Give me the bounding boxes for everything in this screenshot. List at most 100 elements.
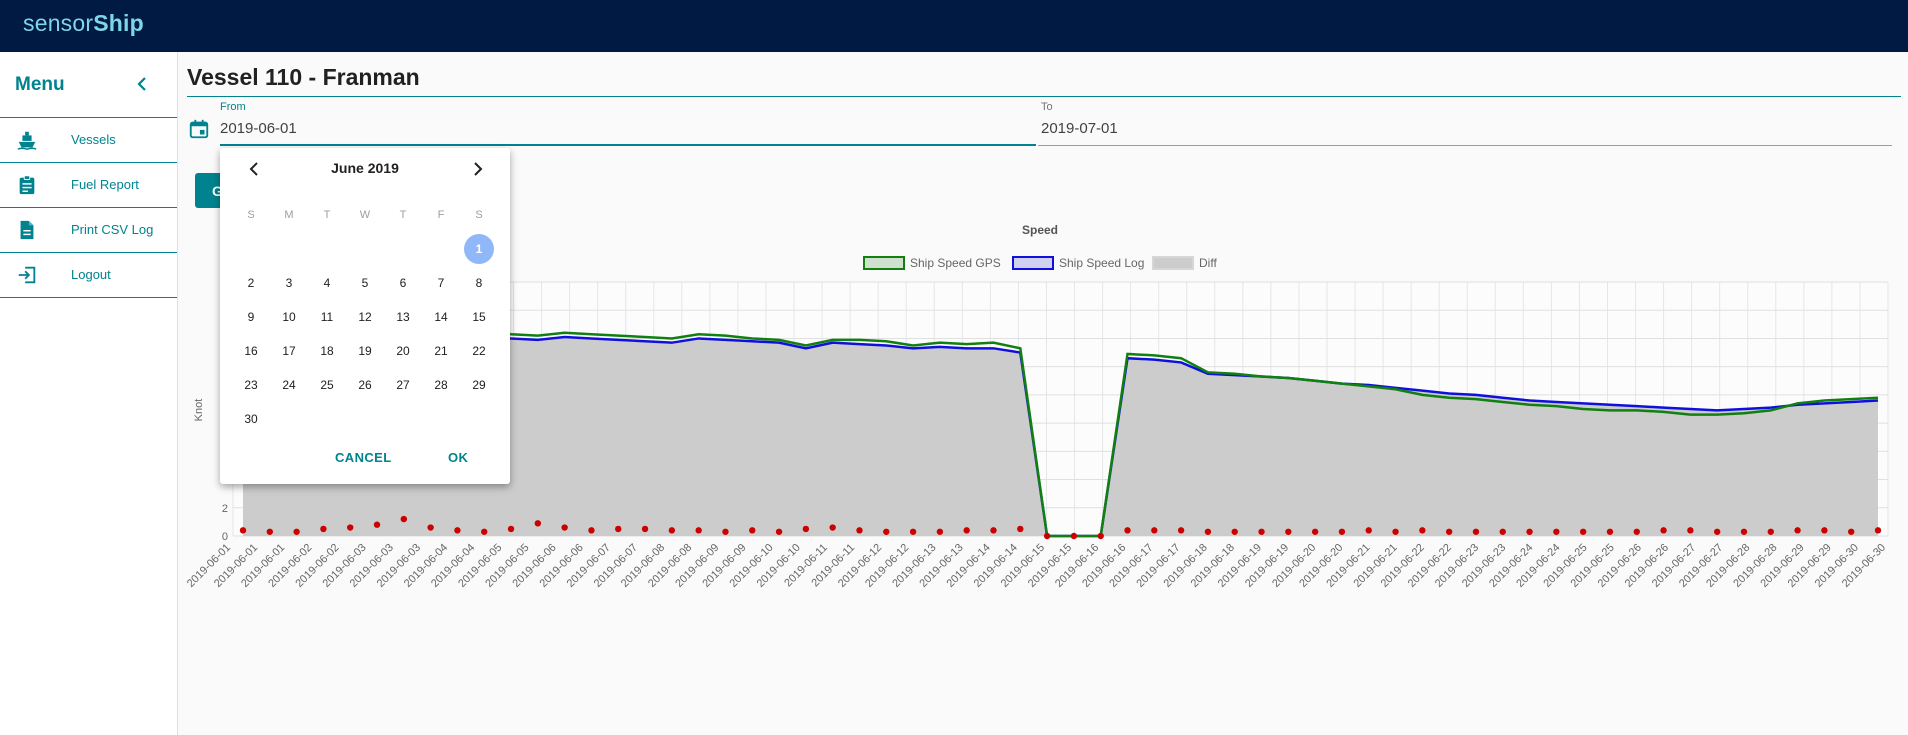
- calendar-day[interactable]: 7: [422, 268, 460, 298]
- calendar-day[interactable]: 11: [308, 302, 346, 332]
- chart-title: Speed: [1022, 223, 1058, 237]
- diff-point: [829, 524, 836, 531]
- diff-point: [507, 525, 515, 533]
- calendar-day-selected[interactable]: 1: [460, 234, 498, 264]
- diff-point: [373, 521, 381, 528]
- legend-label: Diff: [1199, 256, 1217, 270]
- diff-point: [1821, 527, 1828, 534]
- calendar-day[interactable]: 5: [346, 268, 384, 298]
- empty-day-cell: [270, 234, 308, 264]
- diff-point: [856, 527, 863, 534]
- calendar-day[interactable]: 9: [232, 302, 270, 332]
- calendar-day[interactable]: 14: [422, 302, 460, 332]
- diff-point: [320, 525, 327, 533]
- diff-point: [427, 524, 434, 531]
- datepicker-month-label: June 2019: [331, 160, 399, 176]
- weekday-header-row: SMTWTFS: [232, 198, 498, 232]
- calendar-day[interactable]: 8: [460, 268, 498, 298]
- diff-point: [1338, 528, 1346, 535]
- empty-day-cell: [346, 234, 384, 264]
- diff-point: [454, 527, 461, 534]
- calendar-day[interactable]: 12: [346, 302, 384, 332]
- calendar-day[interactable]: 16: [232, 336, 270, 366]
- diff-point: [1794, 527, 1801, 534]
- y-tick-label: 2: [222, 503, 228, 515]
- chevron-right-icon[interactable]: [468, 160, 486, 178]
- empty-day-cell: [384, 404, 422, 434]
- diff-point: [1231, 528, 1238, 535]
- diff-point: [1499, 528, 1506, 535]
- diff-point: [936, 528, 944, 535]
- diff-point: [561, 524, 568, 531]
- diff-point: [749, 527, 756, 534]
- diff-point: [1419, 527, 1426, 534]
- calendar-day[interactable]: 25: [308, 370, 346, 400]
- calendar-day[interactable]: 4: [308, 268, 346, 298]
- weekday-label: T: [323, 209, 331, 221]
- calendar-day[interactable]: 13: [384, 302, 422, 332]
- datepicker-cancel-button[interactable]: CANCEL: [335, 450, 392, 465]
- calendar-week-row: 30: [232, 402, 498, 436]
- weekday-label: F: [437, 209, 445, 221]
- calendar-day[interactable]: 29: [460, 370, 498, 400]
- diff-point: [1526, 528, 1533, 535]
- diff-point: [1017, 525, 1024, 533]
- datepicker-ok-button[interactable]: OK: [448, 450, 468, 465]
- diff-point: [1151, 527, 1158, 534]
- diff-point: [1445, 528, 1453, 535]
- calendar-week-row: 16 17 18 19 20 21 22: [232, 334, 498, 368]
- calendar-day[interactable]: 17: [270, 336, 308, 366]
- calendar-day[interactable]: 28: [422, 370, 460, 400]
- diff-point: [1874, 527, 1882, 534]
- calendar-week-row: 2345678: [232, 266, 498, 300]
- diff-point: [775, 528, 783, 535]
- calendar-day[interactable]: 2: [232, 268, 270, 298]
- calendar-day[interactable]: 6: [384, 268, 422, 298]
- diff-point: [1204, 528, 1212, 535]
- calendar-day[interactable]: 10: [270, 302, 308, 332]
- y-axis-label: Knot: [193, 399, 205, 422]
- weekday-label: T: [399, 209, 407, 221]
- calendar-day[interactable]: 3: [270, 268, 308, 298]
- calendar-day[interactable]: 20: [384, 336, 422, 366]
- calendar-day[interactable]: 27: [384, 370, 422, 400]
- weekday-label: M: [284, 209, 294, 221]
- calendar-day[interactable]: 24: [270, 370, 308, 400]
- diff-point: [481, 528, 488, 535]
- empty-day-cell: [308, 404, 346, 434]
- datepicker-grid: S M T W T F S 1 2 3 4 5 6 7 8 9 10 11 12 13 14 15 16 17 18 19 20 21…: [232, 198, 498, 436]
- diff-point: [1070, 532, 1078, 540]
- calendar-day[interactable]: 18: [308, 336, 346, 366]
- calendar-day[interactable]: 22: [460, 336, 498, 366]
- diff-point: [1687, 527, 1694, 534]
- diff-point: [1311, 528, 1319, 535]
- calendar-day[interactable]: 21: [422, 336, 460, 366]
- diff-point: [1847, 528, 1855, 535]
- diff-point: [1767, 528, 1774, 535]
- empty-day-cell: [232, 234, 270, 264]
- diff-point: [1392, 528, 1399, 535]
- empty-day-cell: [422, 234, 460, 264]
- diff-point: [1177, 527, 1185, 534]
- calendar-day[interactable]: 23: [232, 370, 270, 400]
- calendar-day[interactable]: 19: [346, 336, 384, 366]
- legend-label: Ship Speed Log: [1059, 256, 1144, 270]
- calendar-day[interactable]: 15: [460, 302, 498, 332]
- diff-point: [883, 528, 890, 535]
- calendar-day[interactable]: 30: [232, 404, 270, 434]
- calendar-day[interactable]: 26: [346, 370, 384, 400]
- y-tick-label: 0: [222, 531, 228, 543]
- diff-point: [1579, 528, 1587, 535]
- diff-point: [1285, 528, 1292, 535]
- legend-swatch: [1152, 256, 1194, 270]
- diff-point: [695, 527, 702, 534]
- diff-point: [1365, 527, 1372, 534]
- diff-point: [641, 525, 649, 533]
- diff-point: [1740, 528, 1748, 535]
- calendar-week-row: 23 24 25 26 27 28 29: [232, 368, 498, 402]
- diff-point: [1606, 528, 1614, 535]
- weekday-label: S: [475, 209, 483, 221]
- empty-day-cell: [422, 404, 460, 434]
- legend-label: Ship Speed GPS: [910, 256, 1001, 270]
- diff-point: [1553, 528, 1560, 535]
